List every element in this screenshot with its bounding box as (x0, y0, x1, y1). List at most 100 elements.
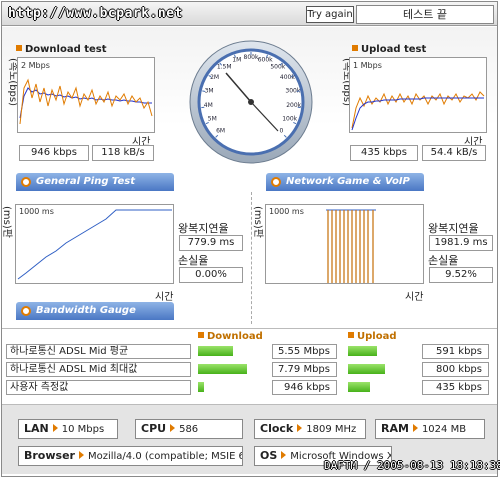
download-bar (198, 380, 270, 394)
bullet-icon (352, 45, 358, 51)
game-loss-value: 9.52% (429, 267, 493, 283)
upload-value: 435 kbps (422, 380, 489, 395)
download-kBs-value: 118 kB/s (92, 145, 154, 161)
gauge-tick-label: 500k (270, 63, 285, 70)
bullet-icon (348, 332, 354, 338)
clock-info: Clock 1809 MHz (254, 419, 366, 439)
game-scale-label: 1000 ms (269, 207, 304, 216)
gauge-hub (248, 99, 254, 105)
ping-rtt-value: 779.9 ms (179, 235, 243, 251)
gauge-tick (202, 90, 206, 92)
download-title: Download test (16, 44, 107, 55)
gauge-tick-label: 1.5M (217, 63, 232, 70)
arrow-icon (281, 451, 287, 459)
gauge-tick-label: 100k (282, 116, 297, 123)
upload-bar-fill (348, 382, 370, 392)
row-label: 하나로통신 ADSL Mid 평균 (6, 344, 191, 359)
download-chart-plot: 2 Mbps (19, 61, 153, 125)
upload-bar (348, 380, 420, 394)
upload-chart-plot: 1 Mbps (351, 61, 485, 131)
tab-bandwidth-gauge[interactable]: Bandwidth Gauge (16, 302, 174, 320)
top-bar: http://www.bcpark.net Try again 테스트 끝 (2, 2, 497, 26)
arrow-icon (78, 451, 84, 459)
download-bar (198, 344, 270, 358)
game-x-label: 시간 (405, 292, 424, 303)
upload-series-a (351, 91, 485, 129)
game-rtt-label: 왕복지연율 (428, 222, 479, 235)
row-label: 하나로통신 ADSL Mid 최대값 (6, 362, 191, 377)
ram-info: RAM 1024 MB (375, 419, 485, 439)
row-label: 사용자 측정값 (6, 380, 191, 395)
upload-kbps-value: 435 kbps (350, 145, 418, 161)
gauge-tick-label: 1M (232, 56, 241, 63)
ping-scale-label: 1000 ms (19, 207, 54, 216)
arrow-icon (412, 424, 418, 432)
timestamp-stamp: DAFTM / 2005-08-13 18:18:38 (324, 459, 500, 472)
upload-bar (348, 344, 420, 358)
download-chart: 2 Mbps (17, 57, 155, 133)
ping-rtt-label: 왕복지연율 (178, 222, 229, 235)
speed-gauge: 0100k200k300k400k500k600k800k1M1.5M2M3M4… (189, 40, 313, 164)
download-series-a (19, 78, 153, 125)
gauge-tick-label: 3M (205, 87, 214, 94)
game-bars (327, 210, 374, 283)
upload-scale-label: 1 Mbps (353, 61, 382, 70)
gauge-tick-label: 800k (244, 54, 259, 61)
download-bar-fill (198, 364, 247, 374)
gauge-tick-label: 600k (258, 56, 273, 63)
upload-kBs-value: 54.4 kB/s (422, 145, 486, 161)
game-chart: 1000 ms (265, 204, 424, 284)
upload-bar-fill (348, 346, 377, 356)
bullet-icon (16, 45, 22, 51)
ping-loss-value: 0.00% (179, 267, 243, 283)
ping-section: (ms)판 1000 ms 시간 왕복지연율 779.9 ms 손실율 0.00… (1, 192, 497, 322)
game-chart-plot: 1000 ms (269, 207, 376, 283)
game-loss-label: 손실율 (428, 254, 459, 267)
gauge-tick (296, 90, 300, 92)
gauge-tick-label: 5M (208, 116, 217, 123)
upload-title: Upload test (352, 44, 426, 55)
upload-bar (348, 362, 420, 376)
upload-value: 591 kbps (422, 344, 489, 359)
test-status-field: 테스트 끝 (356, 5, 494, 24)
download-kbps-value: 946 kbps (19, 145, 89, 161)
download-bar-fill (198, 382, 204, 392)
upload-value: 800 kbps (422, 362, 489, 377)
ping-series (17, 209, 172, 280)
download-value: 5.55 Mbps (272, 344, 337, 359)
arrow-icon (297, 424, 303, 432)
tab-bullet-icon (21, 177, 31, 187)
gauge-tick-label: 6M (216, 127, 225, 134)
download-series-b (19, 87, 152, 119)
bullet-icon (198, 332, 204, 338)
game-rtt-value: 1981.9 ms (429, 235, 493, 251)
arrow-icon (52, 424, 58, 432)
ping-chart-plot: 1000 ms (17, 207, 172, 280)
download-column-header: Download (198, 331, 263, 342)
tab-network-game[interactable]: Network Game & VoIP Test (266, 173, 424, 205)
try-again-button[interactable]: Try again (306, 6, 354, 23)
download-bar (198, 362, 270, 376)
tab-bullet-icon (21, 306, 31, 316)
upload-bar-fill (348, 364, 386, 374)
download-scale-label: 2 Mbps (21, 61, 50, 70)
upload-column-header: Upload (348, 331, 396, 342)
download-bar-fill (198, 346, 233, 356)
bandwidth-table: Download Upload 하나로통신 ADSL Mid 평균 5.55 M… (2, 328, 497, 400)
tab-bullet-icon (271, 177, 281, 187)
speed-tests-section: Download test (속도(bps) 2 Mbps 시간 946 kbp… (2, 27, 497, 205)
speed-test-panel: http://www.bcpark.net Try again 테스트 끝 Do… (1, 1, 498, 477)
download-value: 946 kbps (272, 380, 337, 395)
ping-chart: 1000 ms (15, 204, 174, 284)
ping-loss-label: 손실율 (178, 254, 209, 267)
download-value: 7.79 Mbps (272, 362, 337, 377)
arrow-icon (170, 424, 176, 432)
cpu-info: CPU 586 (135, 419, 243, 439)
browser-info: Browser Mozilla/4.0 (compatible; MSIE 6.0 (18, 446, 243, 466)
tab-general-ping[interactable]: General Ping Test (16, 173, 174, 191)
ping-x-label: 시간 (155, 292, 174, 303)
ping-y-label: (ms)판 (1, 206, 12, 238)
gauge-tick-label: 4M (204, 102, 213, 109)
upload-chart: 1 Mbps (349, 57, 487, 133)
gauge-tick-label: 2M (210, 74, 219, 81)
